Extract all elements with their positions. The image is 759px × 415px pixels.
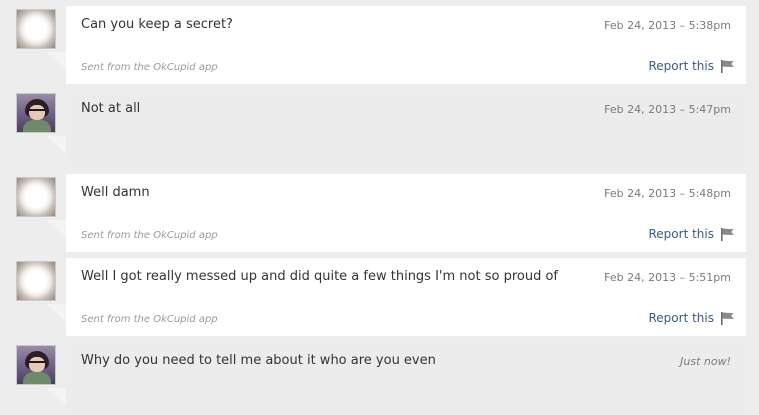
message-bubble: Can you keep a secret? Feb 24, 2013 – 5:… xyxy=(66,6,746,84)
message-item: Well damn Feb 24, 2013 – 5:48pm Sent fro… xyxy=(0,174,759,252)
flag-icon[interactable] xyxy=(719,226,736,242)
message-timestamp: Feb 24, 2013 – 5:47pm xyxy=(604,103,731,116)
message-item: Not at all Feb 24, 2013 – 5:47pm xyxy=(0,90,759,168)
sent-from-label: Sent from the OkCupid app xyxy=(81,230,218,241)
own-avatar[interactable] xyxy=(16,345,56,385)
message-item: Why do you need to tell me about it who … xyxy=(0,342,759,415)
report-button[interactable]: Report this xyxy=(649,57,737,75)
report-button[interactable]: Report this xyxy=(649,225,737,243)
message-item: Can you keep a secret? Feb 24, 2013 – 5:… xyxy=(0,6,759,84)
message-bubble: Not at all Feb 24, 2013 – 5:47pm xyxy=(66,90,746,168)
message-timestamp: Feb 24, 2013 – 5:51pm xyxy=(604,271,731,284)
message-text: Well I got really messed up and did quit… xyxy=(81,269,558,284)
message-bubble: Why do you need to tell me about it who … xyxy=(66,342,746,415)
bubble-pointer xyxy=(46,136,66,154)
message-timestamp: Just now! xyxy=(680,355,731,368)
report-button[interactable]: Report this xyxy=(649,309,737,327)
report-link[interactable]: Report this xyxy=(649,227,715,241)
flag-icon[interactable] xyxy=(719,310,736,326)
message-text: Can you keep a secret? xyxy=(81,17,233,32)
bubble-pointer xyxy=(46,304,66,322)
flag-icon[interactable] xyxy=(719,58,736,74)
sent-from-label: Sent from the OkCupid app xyxy=(81,62,218,73)
bubble-pointer xyxy=(46,388,66,406)
report-link[interactable]: Report this xyxy=(649,311,715,325)
message-item: Well I got really messed up and did quit… xyxy=(0,258,759,336)
message-text: Well damn xyxy=(81,185,150,200)
own-avatar[interactable] xyxy=(16,93,56,133)
message-bubble: Well I got really messed up and did quit… xyxy=(66,258,746,336)
message-bubble: Well damn Feb 24, 2013 – 5:48pm Sent fro… xyxy=(66,174,746,252)
message-thread: Can you keep a secret? Feb 24, 2013 – 5:… xyxy=(0,0,759,415)
message-text: Why do you need to tell me about it who … xyxy=(81,353,436,368)
sender-avatar[interactable] xyxy=(16,261,56,301)
report-link[interactable]: Report this xyxy=(649,59,715,73)
sent-from-label: Sent from the OkCupid app xyxy=(81,314,218,325)
message-text: Not at all xyxy=(81,101,141,116)
sender-avatar[interactable] xyxy=(16,177,56,217)
sender-avatar[interactable] xyxy=(16,9,56,49)
message-timestamp: Feb 24, 2013 – 5:38pm xyxy=(604,19,731,32)
bubble-pointer xyxy=(46,220,66,238)
message-timestamp: Feb 24, 2013 – 5:48pm xyxy=(604,187,731,200)
bubble-pointer xyxy=(46,52,66,70)
